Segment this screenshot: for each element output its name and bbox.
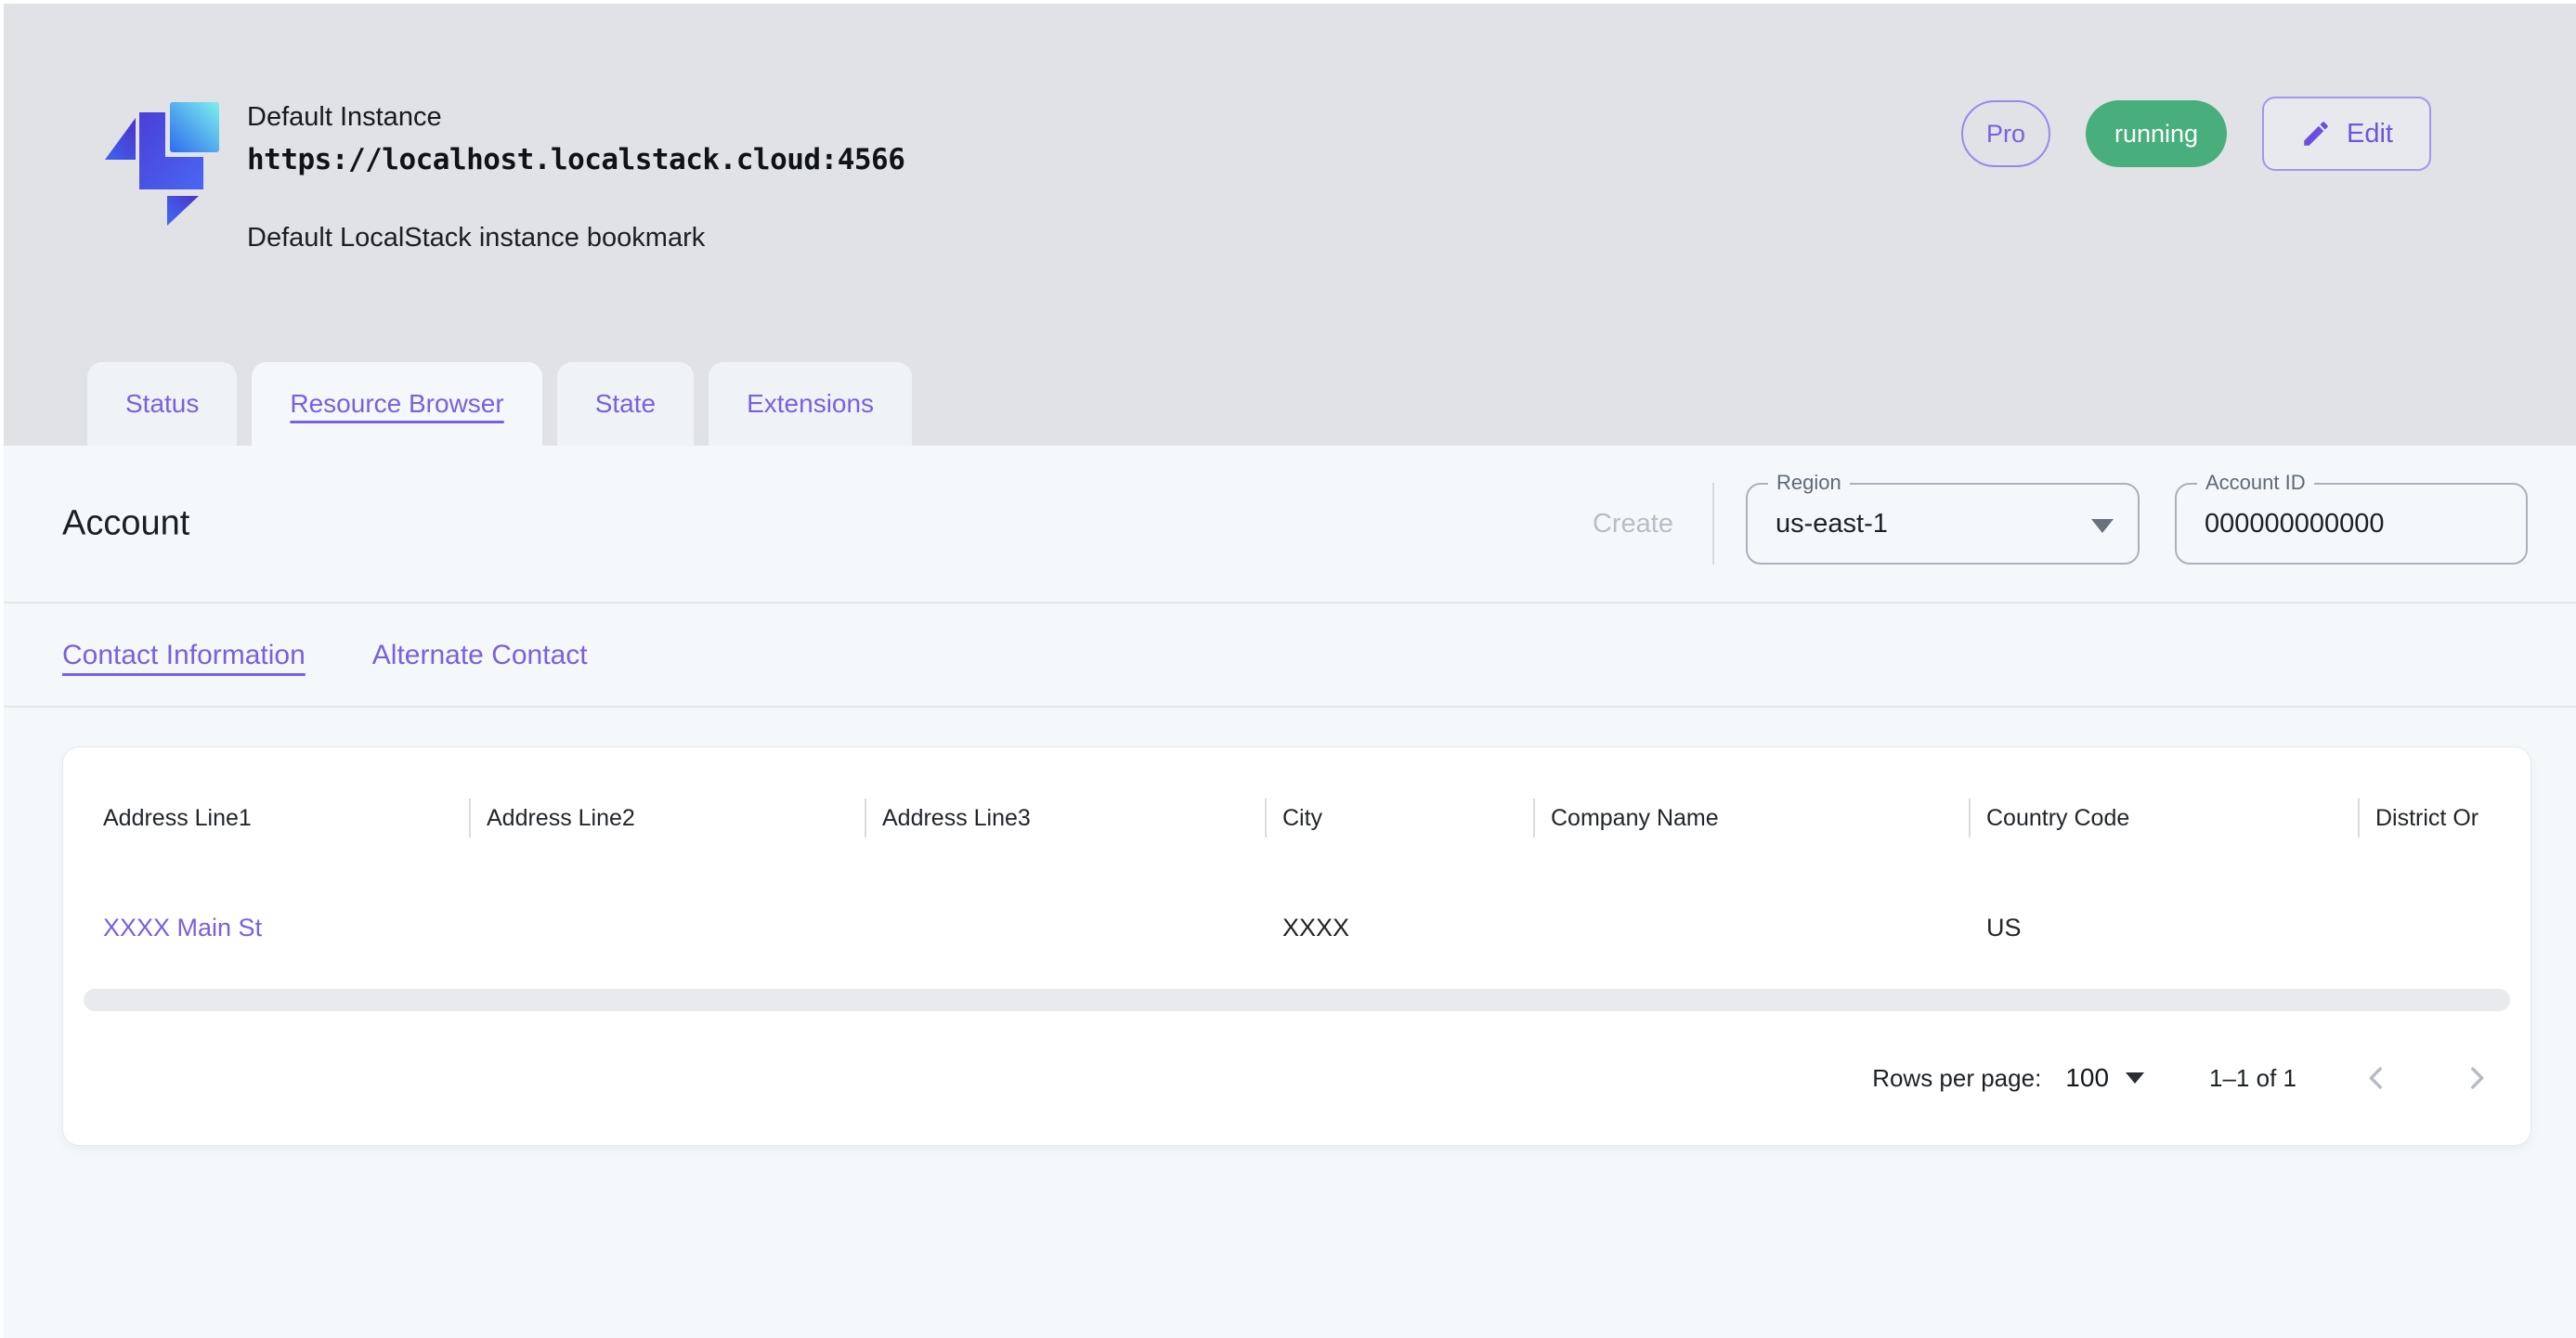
- tab-extensions[interactable]: Extensions: [709, 362, 912, 446]
- column-header-city: City: [1265, 770, 1533, 866]
- previous-page-button[interactable]: [2356, 1058, 2397, 1098]
- pencil-icon: [2300, 118, 2332, 149]
- column-header-country-code: Country Code: [1969, 770, 2358, 866]
- instance-description: Default LocalStack instance bookmark: [247, 223, 705, 253]
- table-header-row: Address Line1 Address Line2 Address Line…: [63, 747, 2530, 866]
- tab-label: Status: [125, 389, 199, 419]
- tab-status[interactable]: Status: [87, 362, 237, 446]
- localstack-app: Default Instance https://localhost.local…: [4, 4, 2576, 1338]
- rows-per-page-label: Rows per page:: [1872, 1064, 2041, 1093]
- resource-browser-panel: Account Create Region us-east-1 Account …: [4, 446, 2576, 1338]
- resource-header: Account Create Region us-east-1 Account …: [4, 446, 2576, 604]
- resource-controls: Create Region us-east-1 Account ID 00000…: [1581, 483, 2528, 565]
- resource-subtabs: Contact Information Alternate Contact: [4, 605, 2576, 708]
- account-id-field[interactable]: Account ID 000000000000: [2175, 483, 2528, 565]
- column-header-company-name: Company Name: [1533, 770, 1969, 866]
- cell-address-line1-link[interactable]: XXXX Main St: [63, 866, 469, 989]
- chevron-left-icon: [2361, 1062, 2392, 1094]
- main-tabs: Status Resource Browser State Extensions: [87, 362, 912, 446]
- pagination-range: 1–1 of 1: [2209, 1064, 2296, 1093]
- tab-label: State: [595, 389, 656, 419]
- column-header-address-line1: Address Line1: [63, 770, 469, 866]
- instance-title: Default Instance: [247, 102, 442, 133]
- localstack-logo-icon: [92, 93, 224, 228]
- region-select[interactable]: Region us-east-1: [1746, 483, 2140, 565]
- table-pagination: Rows per page: 100 1–1 of 1: [63, 1011, 2530, 1145]
- cell-address-line2: [469, 866, 865, 989]
- column-header-address-line3: Address Line3: [865, 770, 1265, 866]
- tab-state[interactable]: State: [557, 362, 694, 446]
- create-button[interactable]: Create: [1581, 509, 1685, 539]
- cell-company-name: [1533, 866, 1969, 989]
- subtab-contact-information[interactable]: Contact Information: [62, 640, 306, 671]
- caret-down-icon: [2126, 1072, 2144, 1084]
- instance-header: Default Instance https://localhost.local…: [4, 4, 2576, 446]
- chevron-down-icon: [2091, 519, 2114, 533]
- rows-per-page-select[interactable]: 100: [2065, 1063, 2144, 1093]
- account-id-label: Account ID: [2197, 471, 2314, 495]
- chevron-right-icon: [2461, 1062, 2492, 1094]
- tab-resource-browser[interactable]: Resource Browser: [252, 362, 541, 446]
- cell-district: [2358, 866, 2530, 989]
- contacts-table-card: Address Line1 Address Line2 Address Line…: [62, 747, 2531, 1146]
- rows-per-page-value: 100: [2065, 1063, 2109, 1093]
- region-select-value: us-east-1: [1748, 509, 1888, 539]
- instance-url: https://localhost.localstack.cloud:4566: [247, 143, 904, 176]
- status-badge: running: [2086, 100, 2227, 167]
- edit-button-label: Edit: [2347, 119, 2393, 149]
- column-header-district: District Or: [2358, 770, 2530, 866]
- resource-title: Account: [62, 504, 189, 544]
- tab-label: Extensions: [747, 389, 874, 419]
- cell-city: XXXX: [1265, 866, 1533, 989]
- edit-button[interactable]: Edit: [2262, 97, 2431, 171]
- tab-label: Resource Browser: [290, 389, 503, 419]
- region-select-label: Region: [1768, 471, 1850, 495]
- instance-badges: Pro running Edit: [1961, 97, 2431, 171]
- column-header-address-line2: Address Line2: [469, 770, 865, 866]
- controls-divider: [1712, 483, 1714, 565]
- table-row: XXXX Main St XXXX US: [63, 866, 2530, 989]
- next-page-button[interactable]: [2456, 1058, 2497, 1098]
- horizontal-scrollbar[interactable]: [84, 989, 2510, 1011]
- cell-country-code: US: [1969, 866, 2358, 989]
- account-id-value: 000000000000: [2177, 509, 2385, 539]
- subtab-alternate-contact[interactable]: Alternate Contact: [372, 640, 588, 671]
- pro-badge: Pro: [1961, 100, 2050, 167]
- cell-address-line3: [865, 866, 1265, 989]
